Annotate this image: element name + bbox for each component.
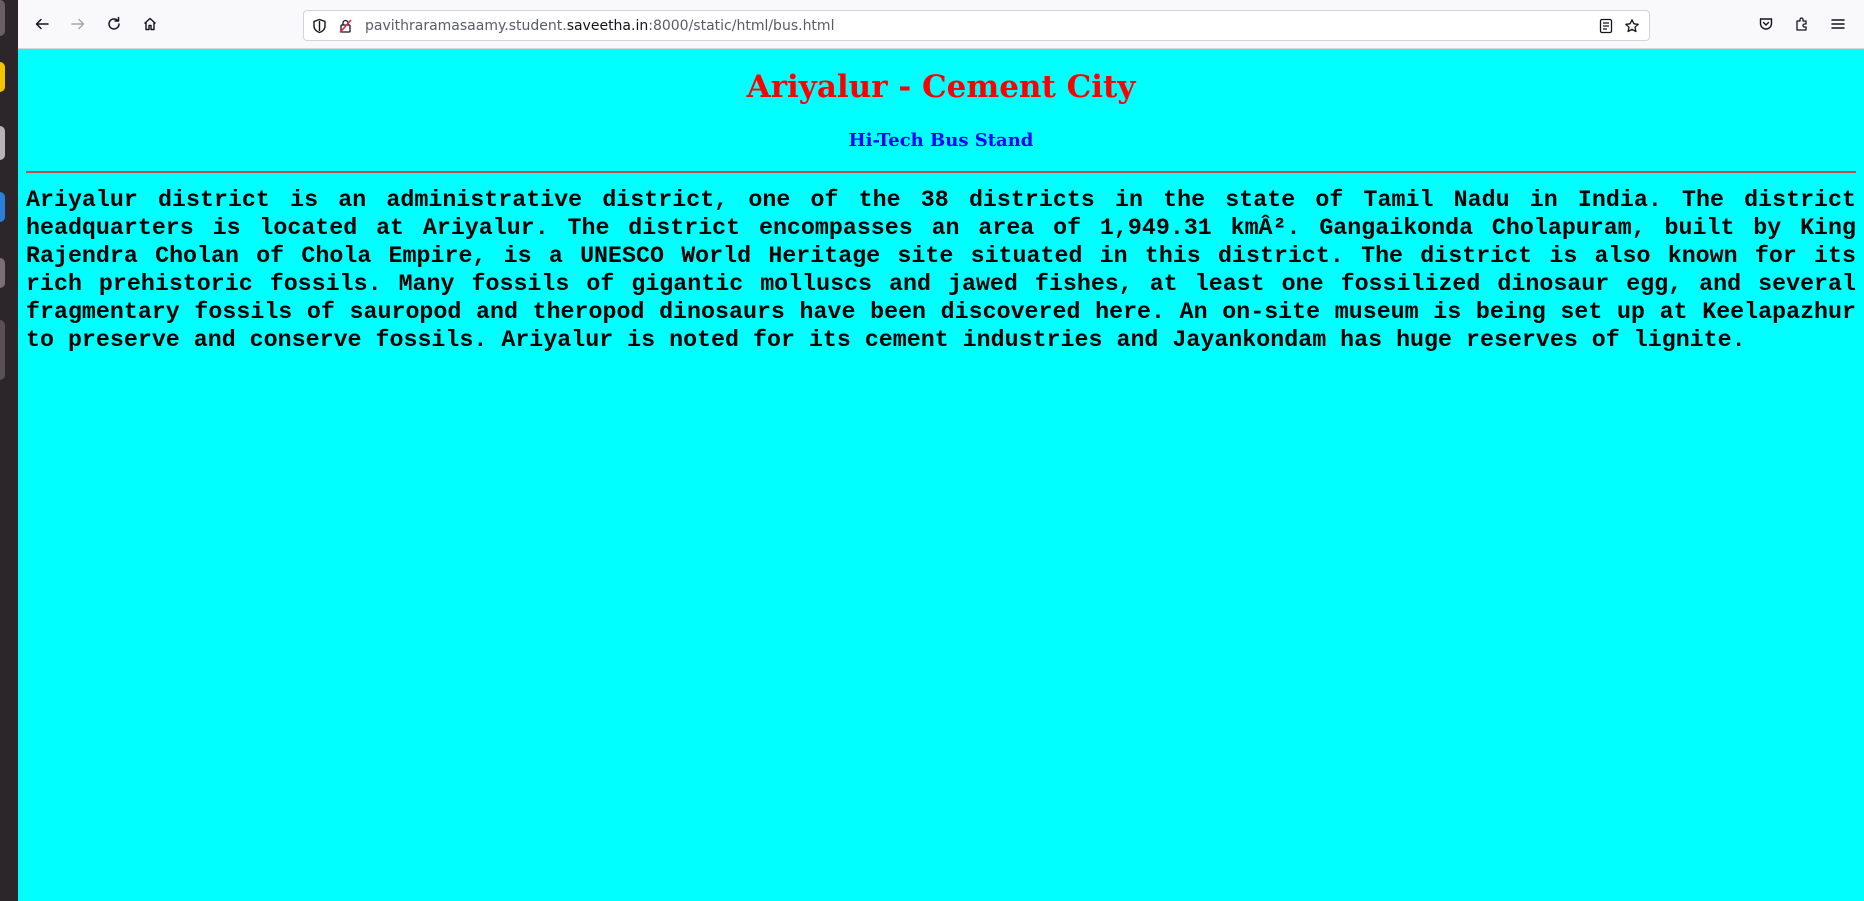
arrow-left-icon bbox=[35, 18, 49, 30]
reload-icon bbox=[108, 16, 120, 30]
home-icon bbox=[144, 17, 156, 31]
reader-view-icon[interactable] bbox=[1597, 17, 1615, 35]
forward-button[interactable] bbox=[66, 12, 90, 36]
url-path: :8000/static/html/bus.html bbox=[648, 18, 835, 34]
page-content: Ariyalur - Cement City Hi-Tech Bus Stand… bbox=[18, 49, 1864, 901]
dock-app-icon[interactable] bbox=[0, 320, 5, 380]
tracking-protection-shield-icon[interactable] bbox=[310, 17, 328, 35]
district-description: Ariyalur district is an administrative d… bbox=[26, 187, 1856, 353]
extensions-button[interactable] bbox=[1790, 12, 1814, 36]
horizontal-rule bbox=[26, 171, 1856, 173]
app-menu-button[interactable] bbox=[1826, 12, 1850, 36]
url-bar[interactable]: pavithraramasaamy.student.saveetha.in:80… bbox=[303, 10, 1650, 41]
url-prefix: pavithraramasaamy.student. bbox=[365, 18, 567, 34]
pocket-button[interactable] bbox=[1754, 12, 1778, 36]
back-button[interactable] bbox=[30, 12, 54, 36]
dock-app-icon[interactable] bbox=[0, 258, 5, 288]
browser-toolbar: pavithraramasaamy.student.saveetha.in:80… bbox=[18, 0, 1864, 49]
url-host: saveetha.in bbox=[566, 18, 649, 34]
dock-app-icon[interactable] bbox=[0, 192, 5, 222]
dock-app-icon[interactable] bbox=[0, 62, 5, 92]
dock-app-icon[interactable] bbox=[0, 126, 5, 160]
dock-app-icon[interactable] bbox=[0, 0, 5, 36]
insecure-lock-icon[interactable] bbox=[336, 17, 354, 35]
hamburger-menu-icon bbox=[1831, 19, 1845, 29]
home-button[interactable] bbox=[138, 12, 162, 36]
bookmark-star-icon[interactable] bbox=[1623, 17, 1641, 35]
reload-button[interactable] bbox=[102, 12, 126, 36]
url-text[interactable]: pavithraramasaamy.student.saveetha.in:80… bbox=[365, 17, 834, 35]
os-dock bbox=[0, 0, 18, 901]
page-subtitle: Hi-Tech Bus Stand bbox=[848, 130, 1034, 151]
pocket-icon bbox=[1759, 18, 1773, 30]
page-title: Ariyalur - Cement City bbox=[746, 69, 1136, 105]
arrow-right-icon bbox=[71, 18, 85, 30]
puzzle-piece-icon bbox=[1796, 17, 1807, 31]
